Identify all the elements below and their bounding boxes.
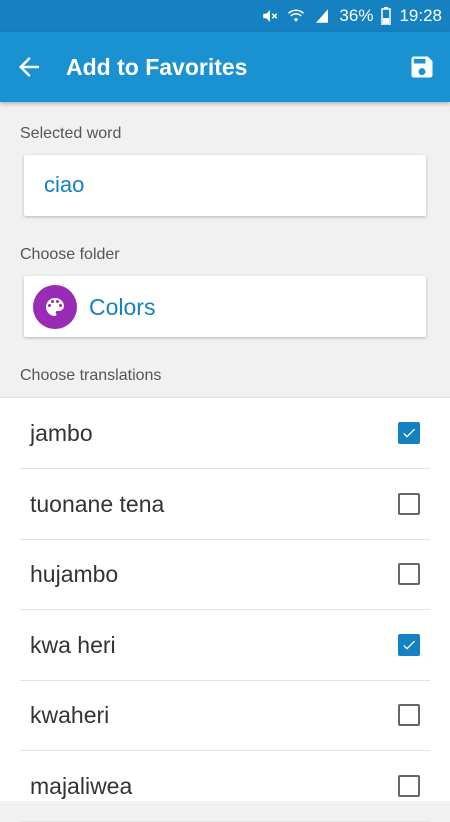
battery-icon (381, 7, 392, 25)
translation-row[interactable]: tuonane tena (20, 469, 430, 540)
translation-row[interactable]: kwaheri (20, 680, 430, 751)
palette-icon (33, 285, 77, 329)
folder-name: Colors (89, 294, 156, 320)
status-icons: 36% 19:28 (261, 0, 442, 32)
arrow-back-icon[interactable] (14, 52, 44, 82)
translation-row[interactable]: jambo (20, 398, 430, 469)
status-bar: 36% 19:28 (0, 0, 450, 32)
translation-label: jambo (30, 420, 93, 446)
translation-checkbox[interactable] (398, 634, 420, 656)
mute-icon (261, 7, 279, 25)
translation-row[interactable]: majaliwea (20, 751, 430, 822)
translation-label: tuonane tena (30, 491, 165, 517)
folder-selector[interactable]: Colors (24, 276, 426, 337)
selected-word-label: Selected word (20, 125, 122, 142)
translation-label: majaliwea (30, 773, 133, 799)
translation-checkbox[interactable] (398, 563, 420, 585)
translation-label: hujambo (30, 561, 119, 587)
translations-list: jambo tuonane tena hujambo kwa heri kwah… (0, 397, 450, 822)
translation-row[interactable]: hujambo (20, 539, 430, 610)
wifi-icon (287, 7, 305, 25)
choose-folder-label: Choose folder (20, 246, 120, 263)
app-toolbar: Add to Favorites (0, 32, 450, 102)
battery-percent: 36% (339, 6, 374, 25)
selected-word-value: ciao (44, 172, 85, 197)
translation-checkbox[interactable] (398, 493, 420, 515)
selected-word-card: ciao (24, 155, 426, 216)
translation-checkbox[interactable] (398, 422, 420, 444)
page-title: Add to Favorites (66, 54, 248, 80)
signal-icon (313, 7, 331, 25)
translation-checkbox[interactable] (398, 775, 420, 797)
clock: 19:28 (399, 6, 442, 25)
translation-checkbox[interactable] (398, 704, 420, 726)
save-icon[interactable] (408, 53, 436, 81)
translation-row[interactable]: kwa heri (20, 610, 430, 681)
translation-label: kwaheri (30, 702, 110, 728)
translation-label: kwa heri (30, 632, 116, 658)
choose-translations-label: Choose translations (20, 367, 162, 384)
